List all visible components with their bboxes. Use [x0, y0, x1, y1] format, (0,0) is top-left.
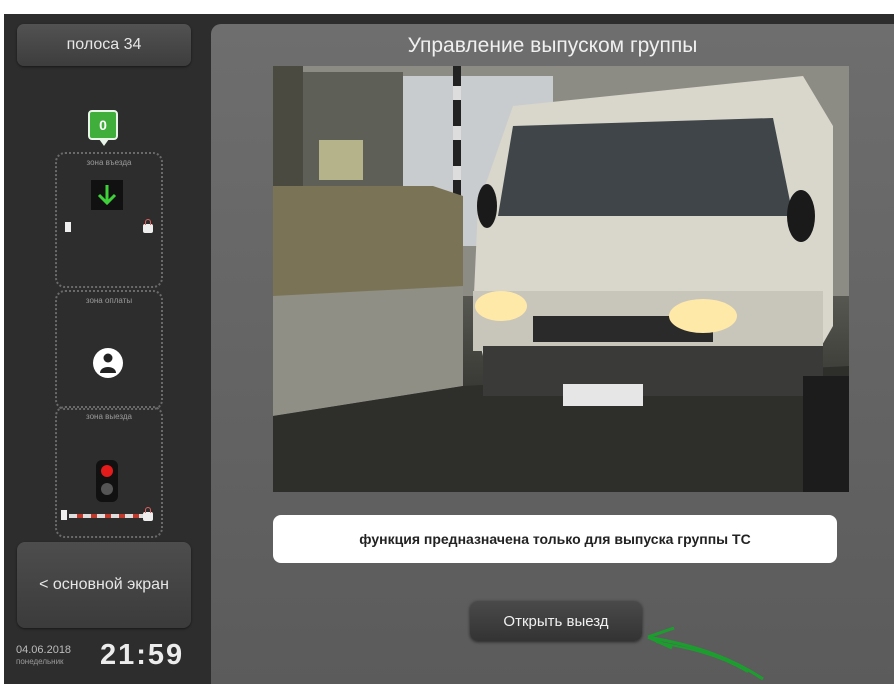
down-arrow-icon [91, 180, 123, 210]
vehicle-counter-badge: 0 [88, 110, 118, 146]
weekday-text: понедельник [16, 657, 64, 666]
main-screen-label: < основной экран [39, 576, 169, 593]
main-screen-button[interactable]: < основной экран [17, 542, 191, 628]
lane-label: полоса 34 [66, 36, 142, 53]
open-exit-label: Открыть выезд [503, 612, 609, 630]
counter-value: 0 [99, 117, 107, 133]
panel-title: Управление выпуском группы [407, 34, 698, 57]
date-display: 04.06.2018 понедельник [16, 644, 71, 668]
person-icon [93, 348, 123, 378]
app-window: полоса 34 0 зона въезда зона оплаты зона… [4, 14, 894, 684]
info-text: функция предназначена только для выпуска… [359, 531, 751, 547]
payment-zone: зона оплаты [55, 290, 163, 410]
open-exit-button[interactable]: Открыть выезд [470, 601, 642, 641]
barrier-gate-icon [69, 514, 147, 518]
camera-image [273, 66, 849, 492]
entry-zone-label: зона въезда [86, 158, 132, 167]
traffic-light-icon [96, 460, 118, 502]
entry-zone: зона въезда [55, 152, 163, 288]
exit-zone-label: зона выезда [86, 412, 132, 421]
annotation-arrow-icon [647, 626, 764, 681]
lock-icon [143, 219, 153, 233]
info-message: функция предназначена только для выпуска… [273, 515, 837, 563]
lock-icon [143, 507, 153, 521]
barrier-post-icon [65, 222, 71, 232]
exit-zone: зона выезда [55, 406, 163, 538]
lane-button[interactable]: полоса 34 [17, 24, 191, 66]
barrier-post-icon [61, 510, 67, 520]
group-release-panel: Управление выпуском группы функция предн… [211, 24, 894, 684]
clock: 21:59 [100, 639, 185, 671]
date-text: 04.06.2018 [16, 644, 72, 656]
payment-zone-label: зона оплаты [85, 296, 133, 305]
